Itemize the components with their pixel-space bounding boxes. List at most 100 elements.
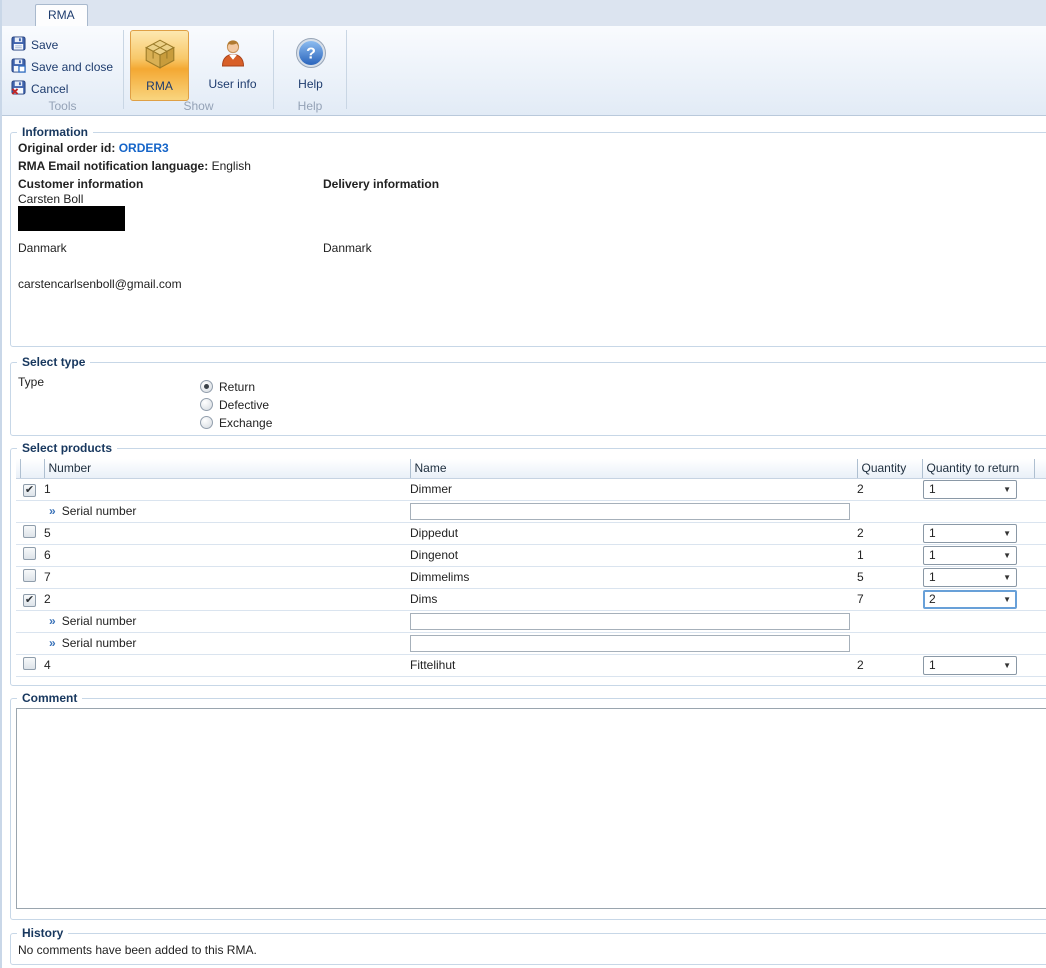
product-number: 6	[44, 544, 410, 566]
history-legend: History	[17, 926, 68, 940]
save-and-close-label: Save and close	[31, 60, 113, 74]
product-name: Dippedut	[410, 522, 857, 544]
serial-number-input[interactable]	[410, 635, 850, 652]
product-row: 7Dimmelims51▼	[16, 566, 1046, 588]
row-filler	[1034, 566, 1046, 588]
original-order-id-label: Original order id:	[18, 141, 115, 155]
tab-rma[interactable]: RMA	[35, 4, 88, 26]
product-number: 7	[44, 566, 410, 588]
package-icon	[143, 37, 177, 74]
products-table-body: ✔1Dimmer21▼»Serial number5Dippedut21▼6Di…	[16, 478, 1046, 676]
serial-number-label: Serial number	[62, 636, 137, 650]
row-filler	[1034, 544, 1046, 566]
group-label-show: Show	[124, 99, 273, 113]
serial-number-row: » Serial number	[16, 610, 1046, 632]
selected-quantity-value: 2	[929, 592, 936, 606]
product-number: 4	[44, 654, 410, 676]
row-filler	[857, 632, 1046, 654]
dropdown-arrow-icon: ▼	[1003, 485, 1011, 494]
selected-quantity-value: 1	[929, 548, 936, 562]
serial-number-label: Serial number	[62, 504, 137, 518]
product-checkbox[interactable]	[23, 569, 36, 582]
help-button-label: Help	[298, 77, 323, 91]
header-quantity: Quantity	[857, 459, 922, 478]
row-filler	[857, 500, 1046, 522]
quantity-to-return-select[interactable]: 1▼	[923, 480, 1017, 499]
select-products-legend: Select products	[17, 441, 117, 455]
selected-quantity-value: 1	[929, 526, 936, 540]
product-checkbox[interactable]: ✔	[23, 484, 36, 497]
header-checkbox-column	[20, 459, 44, 478]
type-option-defective[interactable]: Defective	[200, 397, 269, 412]
product-name: Dims	[410, 588, 857, 610]
cancel-button[interactable]: Cancel	[11, 78, 123, 100]
ribbon-group-tools: Save Save and close Cancel Tools	[2, 26, 123, 115]
save-label: Save	[31, 38, 58, 52]
product-row: ✔2Dims72▼	[16, 588, 1046, 610]
cancel-label: Cancel	[31, 82, 68, 96]
save-icon	[11, 36, 26, 54]
radio-icon[interactable]	[200, 398, 213, 411]
save-button[interactable]: Save	[11, 34, 123, 56]
comment-section: Comment	[10, 691, 1046, 920]
information-section: Information Original order id: ORDER3 RM…	[10, 125, 1046, 347]
serial-number-row: » Serial number	[16, 632, 1046, 654]
user-info-button[interactable]: User info	[203, 30, 262, 101]
comment-textarea[interactable]	[16, 708, 1046, 909]
type-option-exchange[interactable]: Exchange	[200, 415, 272, 430]
ribbon-group-help: ? Help Help	[274, 26, 346, 115]
product-checkbox[interactable]	[23, 657, 36, 670]
cancel-icon	[11, 80, 26, 98]
serial-number-input[interactable]	[410, 503, 850, 520]
history-empty-text: No comments have been added to this RMA.	[18, 943, 257, 957]
dropdown-arrow-icon: ▼	[1003, 573, 1011, 582]
quantity-to-return-select[interactable]: 2▼	[923, 590, 1017, 609]
product-name: Fittelihut	[410, 654, 857, 676]
original-order-id-link[interactable]: ORDER3	[119, 141, 169, 155]
product-checkbox[interactable]	[23, 547, 36, 560]
svg-text:?: ?	[306, 46, 316, 63]
comment-legend: Comment	[17, 691, 82, 705]
type-option-return[interactable]: Return	[200, 379, 255, 394]
quantity-to-return-select[interactable]: 1▼	[923, 568, 1017, 587]
rma-window: RMA Save Save and close Cancel Tools RMA	[0, 0, 1046, 968]
information-legend: Information	[17, 125, 93, 139]
row-filler	[1034, 478, 1046, 500]
product-checkbox[interactable]	[23, 525, 36, 538]
quantity-to-return-select[interactable]: 1▼	[923, 656, 1017, 675]
group-label-tools: Tools	[2, 99, 123, 113]
group-label-help: Help	[274, 99, 346, 113]
dropdown-arrow-icon: ▼	[1003, 595, 1011, 604]
products-table: Number Name Quantity Quantity to return …	[16, 459, 1046, 677]
ribbon-tabstrip: RMA	[2, 0, 1046, 26]
rma-button-label: RMA	[146, 79, 173, 93]
serial-number-label: Serial number	[62, 614, 137, 628]
save-and-close-button[interactable]: Save and close	[11, 56, 123, 78]
quantity-to-return-select[interactable]: 1▼	[923, 546, 1017, 565]
customer-information-title: Customer information	[18, 177, 143, 191]
quantity-to-return-select[interactable]: 1▼	[923, 524, 1017, 543]
redacted-address	[18, 206, 125, 231]
help-button[interactable]: ? Help	[281, 30, 340, 101]
row-filler	[1034, 654, 1046, 676]
radio-icon[interactable]	[200, 380, 213, 393]
delivery-information-title: Delivery information	[323, 177, 439, 191]
type-option-label: Exchange	[219, 416, 272, 430]
expand-chevron-icon: »	[49, 614, 56, 628]
ribbon-group-show: RMA User info Show	[124, 26, 273, 115]
product-checkbox[interactable]: ✔	[23, 594, 36, 607]
product-name: Dingenot	[410, 544, 857, 566]
product-quantity: 2	[857, 654, 922, 676]
serial-number-input[interactable]	[410, 613, 850, 630]
rma-button[interactable]: RMA	[130, 30, 189, 101]
expand-chevron-icon: »	[49, 636, 56, 650]
expand-chevron-icon: »	[49, 504, 56, 518]
row-filler	[857, 610, 1046, 632]
delivery-country: Danmark	[323, 241, 372, 255]
email-language-label: RMA Email notification language:	[18, 159, 208, 173]
type-label: Type	[18, 375, 44, 389]
radio-icon[interactable]	[200, 416, 213, 429]
email-language-value: English	[212, 159, 251, 173]
ribbon: Save Save and close Cancel Tools RMA Use…	[2, 26, 1046, 116]
product-name: Dimmelims	[410, 566, 857, 588]
